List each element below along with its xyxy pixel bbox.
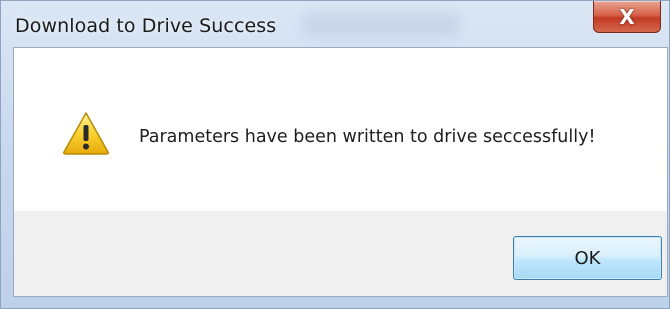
window-title: Download to Drive Success	[15, 15, 277, 37]
close-button[interactable]: X	[593, 1, 661, 33]
title-bar-background-blur	[301, 11, 461, 37]
ok-button[interactable]: OK	[513, 236, 662, 280]
message-text: Parameters have been written to drive se…	[139, 127, 596, 147]
button-area: OK	[14, 211, 667, 296]
title-bar[interactable]: Download to Drive Success X	[1, 1, 669, 46]
dialog-content: Parameters have been written to drive se…	[13, 47, 668, 297]
message-area: Parameters have been written to drive se…	[14, 48, 667, 211]
dialog-window: Download to Drive Success X Parameters h…	[0, 0, 670, 309]
close-icon: X	[619, 4, 635, 29]
warning-icon	[63, 112, 109, 155]
